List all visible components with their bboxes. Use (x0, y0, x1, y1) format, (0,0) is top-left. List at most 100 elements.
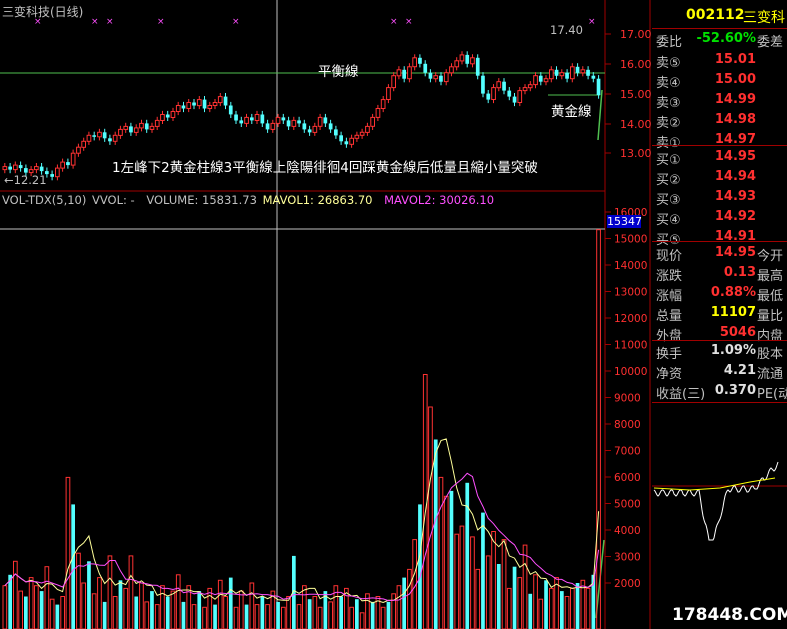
mavol1-line (4, 438, 600, 604)
candlestick (112, 134, 118, 142)
volume-bar (175, 574, 181, 629)
candlestick (123, 125, 129, 130)
candlestick (34, 166, 39, 171)
volume-bar (39, 591, 44, 629)
candlestick (575, 66, 580, 73)
intraday-price-line (653, 461, 779, 541)
volume-bar (355, 599, 359, 629)
panel-divider (652, 241, 787, 242)
candlestick (443, 72, 449, 83)
candlestick (129, 126, 133, 133)
volume-bar (276, 601, 280, 629)
volume-bar (260, 596, 265, 629)
candlestick (396, 69, 402, 77)
stat-2[interactable]: 收益(三) 0.370 PE(动 (656, 383, 787, 402)
candlestick (370, 116, 375, 127)
candlestick (344, 141, 349, 145)
sell-level-3[interactable]: 卖③ 14.99 (656, 92, 787, 111)
candlestick (202, 99, 207, 109)
quote-2-extra: 最低 (757, 289, 784, 304)
volume-bar (18, 590, 23, 629)
buy-level-2[interactable]: 买② 14.94 (656, 169, 787, 188)
candlestick (97, 131, 102, 138)
quote-1-value: 0.13 (723, 265, 756, 280)
order-ratio[interactable]: 委比 -52.60% 委差 (656, 31, 787, 50)
volume-bar (55, 604, 60, 629)
volume-bar (91, 593, 97, 629)
mavol2-line (4, 472, 600, 602)
quote-2-label: 涨幅 (656, 289, 683, 304)
candlestick (586, 69, 590, 76)
buy-level-3[interactable]: 买③ 14.93 (656, 189, 787, 208)
candlestick (454, 60, 460, 68)
quote-4[interactable]: 外盘 5046 内盘 (656, 325, 787, 344)
volume-bar (596, 229, 601, 629)
indicator-bar[interactable]: VOL-TDX(5,10) VVOL: - VOLUME: 15831.73 M… (2, 193, 496, 207)
candlestick (270, 122, 276, 130)
low-price-label: ←12.21 (4, 173, 47, 187)
stat-1[interactable]: 净资 4.21 流通 (656, 363, 787, 382)
volume-bar (265, 604, 270, 629)
candlestick (470, 57, 475, 65)
sell-level-5[interactable]: 卖⑤ 15.01 (656, 52, 787, 71)
candlestick (391, 75, 396, 89)
candlestick (423, 63, 428, 73)
volume-axis-tick: 2000 (614, 578, 641, 590)
candlestick (491, 87, 496, 100)
quote-2[interactable]: 涨幅 0.88% 最低 (656, 285, 787, 304)
candlestick (554, 69, 559, 76)
stat-0-extra: 股本 (757, 347, 784, 362)
vvol-value: VVOL: - (92, 193, 135, 207)
stat-2-value: 0.370 (714, 383, 756, 398)
volume-bar (112, 596, 118, 629)
volume-bar (407, 568, 412, 629)
quote-1-label: 涨跌 (656, 269, 683, 284)
candlestick (244, 116, 249, 124)
volume-bar (522, 544, 528, 629)
candlestick (223, 96, 228, 106)
quote-3-extra: 量比 (757, 309, 784, 324)
volume-bar (217, 579, 223, 629)
candlestick (86, 134, 92, 142)
quote-0[interactable]: 现价 14.95 今开 (656, 245, 787, 264)
volume-bar (102, 601, 107, 629)
volume-bar (181, 601, 186, 629)
candlestick (317, 116, 323, 127)
volume-bar (491, 531, 496, 629)
candlestick (517, 90, 523, 103)
volume-bar (538, 598, 544, 629)
volume-bar (443, 495, 449, 629)
volume-bar (517, 577, 523, 629)
volume-bar (134, 596, 139, 629)
candlestick (407, 66, 412, 80)
volume-bar (506, 587, 512, 629)
candlestick (386, 87, 391, 100)
candlestick (365, 125, 370, 133)
stat-1-label: 净资 (656, 367, 683, 382)
candlestick (375, 108, 381, 118)
volume-bar (585, 587, 591, 629)
event-marker-icon: × (157, 17, 165, 27)
stat-0[interactable]: 换手 1.09% 股本 (656, 343, 787, 362)
sell-level-2[interactable]: 卖② 14.98 (656, 112, 787, 131)
candlestick (234, 114, 238, 121)
candlestick (139, 122, 144, 129)
volume-axis-tick: 9000 (614, 393, 641, 405)
volume-bar (202, 606, 207, 629)
volume-bar (28, 577, 34, 629)
candlestick (55, 167, 60, 178)
volume-bar (81, 582, 87, 629)
sell-level-4[interactable]: 卖④ 15.00 (656, 72, 787, 91)
buy-level-1[interactable]: 买① 14.95 (656, 149, 787, 168)
volume-axis-tick: 14000 (614, 260, 647, 272)
quote-3[interactable]: 总量 11107 量比 (656, 305, 787, 324)
candlestick (250, 117, 254, 121)
indicator-name[interactable]: VOL-TDX(5,10) (2, 193, 86, 207)
candlestick (81, 140, 87, 148)
quote-1[interactable]: 涨跌 0.13 最高 (656, 265, 787, 284)
quote-4-label: 外盘 (656, 329, 683, 344)
sell-level-3-label: 卖③ (656, 96, 681, 111)
volume-bar (123, 587, 129, 629)
buy-level-4[interactable]: 买④ 14.92 (656, 209, 787, 228)
stat-0-label: 换手 (656, 347, 683, 362)
